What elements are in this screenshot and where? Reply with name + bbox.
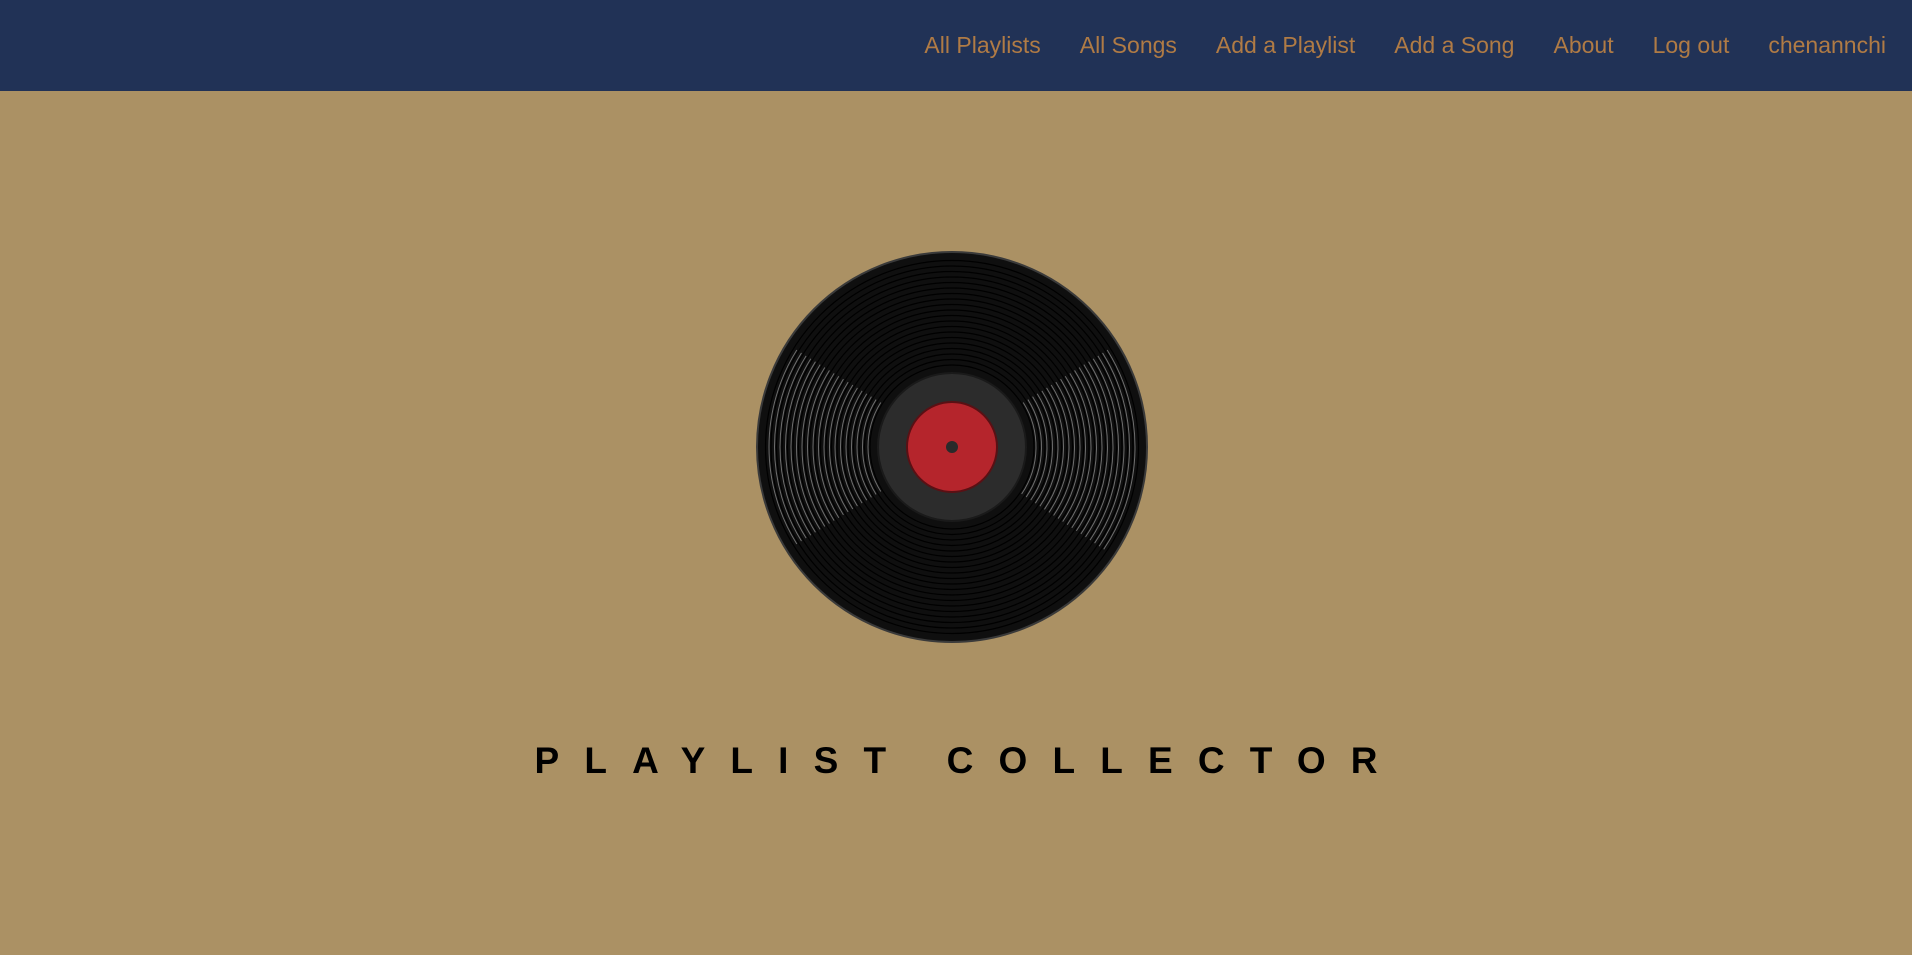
nav-links: All Playlists All Songs Add a Playlist A… [924, 0, 1886, 91]
nav-add-song-link[interactable]: Add a Song [1394, 32, 1514, 59]
nav-about-link[interactable]: About [1553, 32, 1613, 59]
nav-add-playlist-link[interactable]: Add a Playlist [1216, 32, 1355, 59]
nav-all-playlists-link[interactable]: All Playlists [924, 32, 1040, 59]
nav-all-songs-link[interactable]: All Songs [1080, 32, 1177, 59]
vinyl-record-graphic [756, 251, 1148, 643]
vinyl-record-icon [756, 251, 1148, 643]
page-title: PLAYLIST COLLECTOR [534, 740, 1403, 781]
record-spindle-hole [946, 441, 958, 453]
nav-logout-link[interactable]: Log out [1653, 32, 1730, 59]
nav-username-link[interactable]: chenannchi [1768, 32, 1886, 59]
navbar: All Playlists All Songs Add a Playlist A… [0, 0, 1912, 91]
